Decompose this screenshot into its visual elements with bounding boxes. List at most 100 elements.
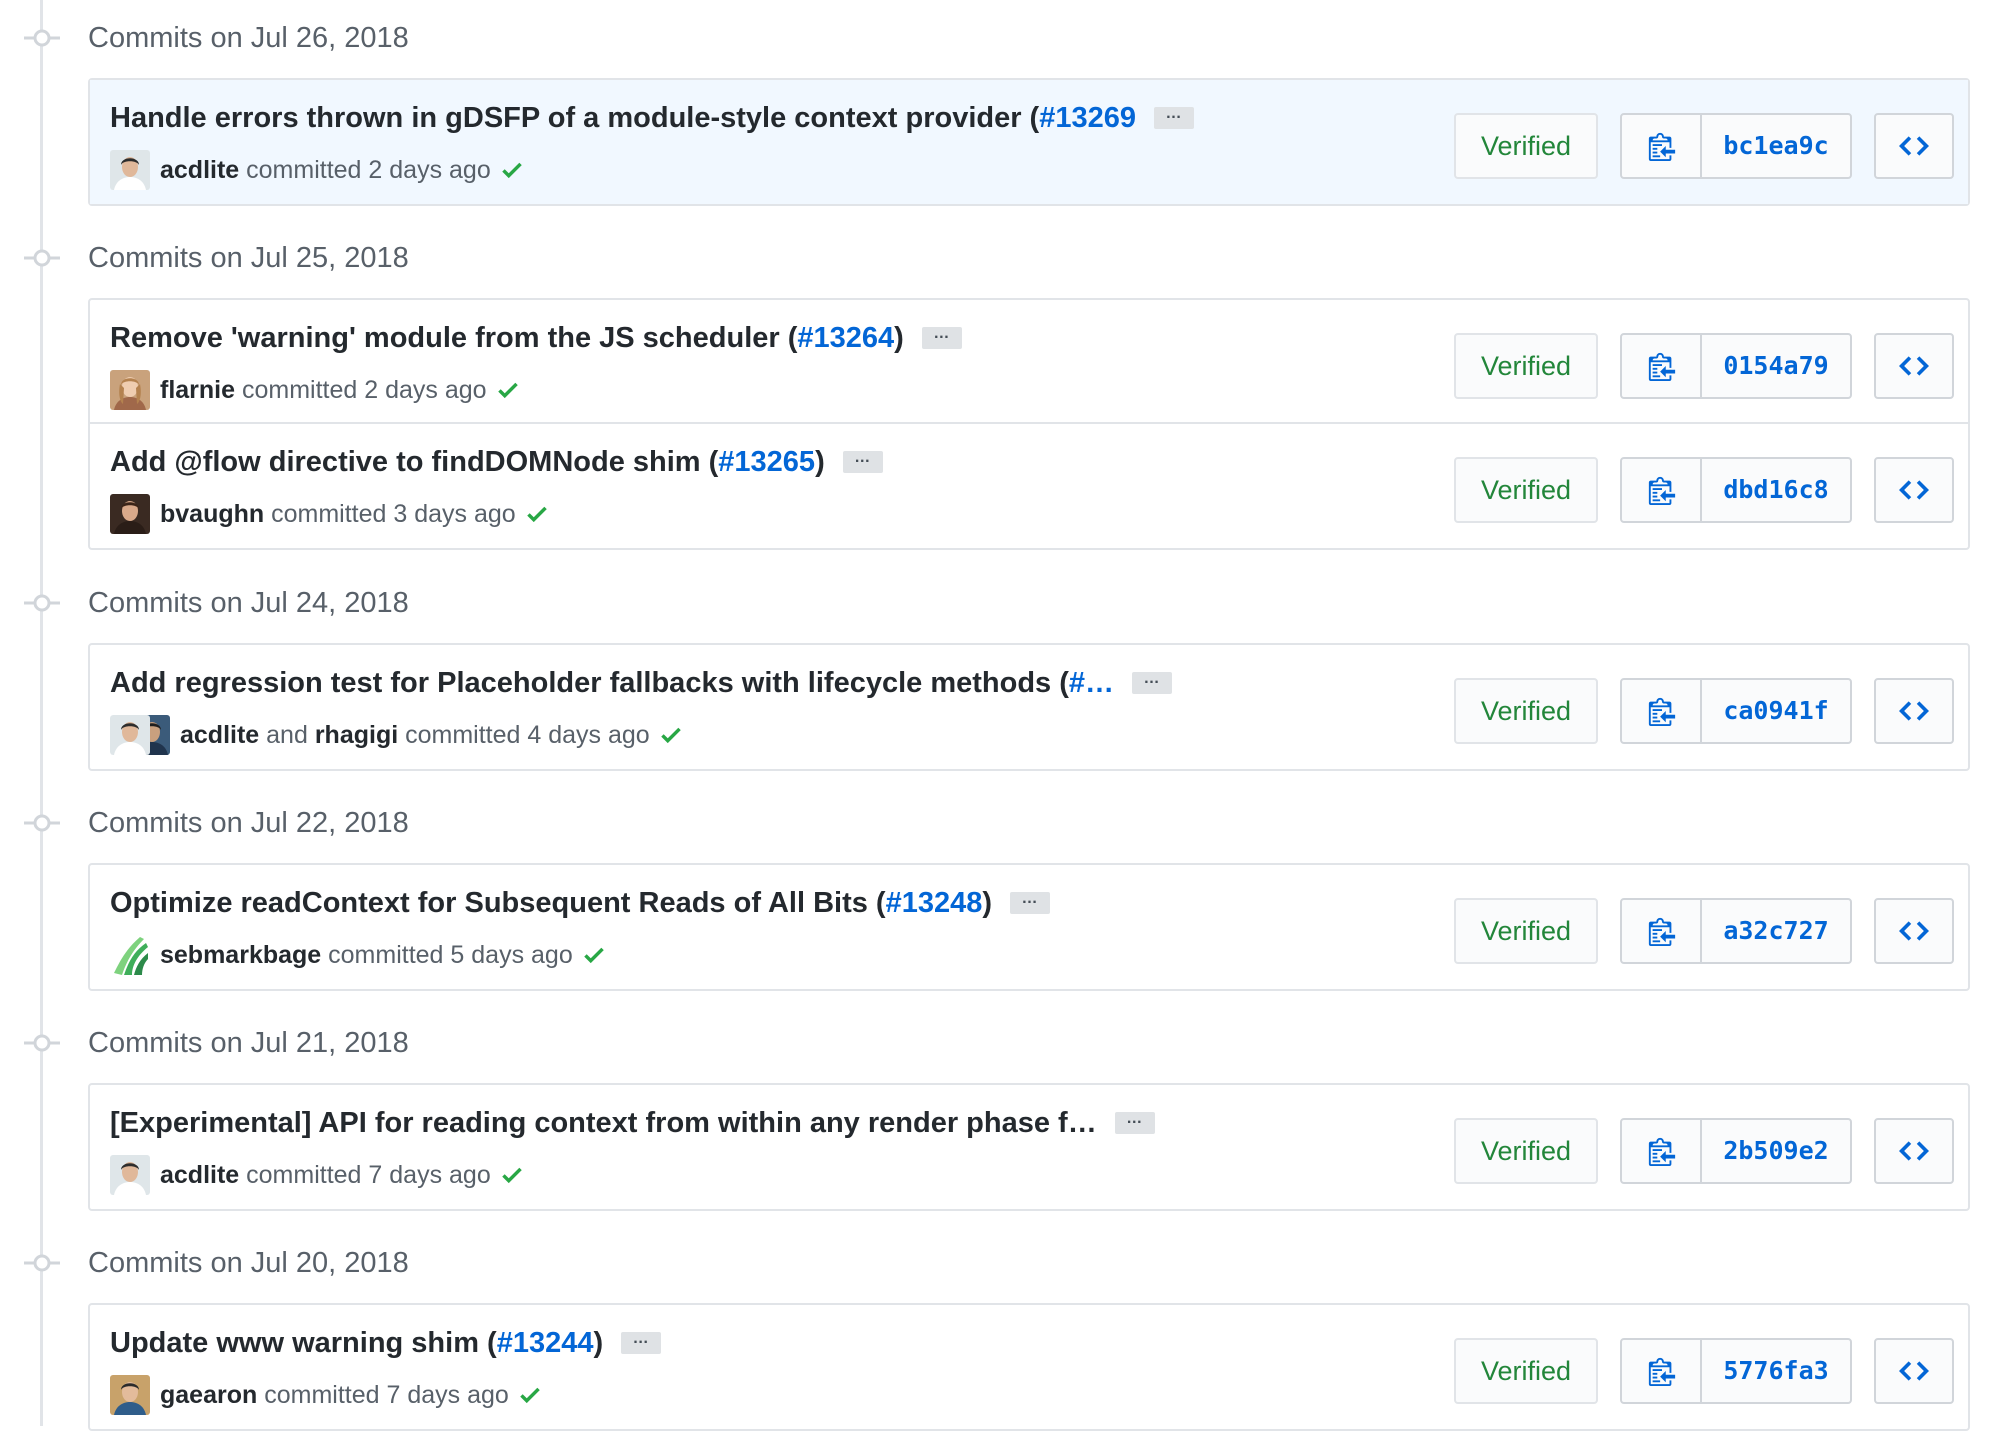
avatar[interactable] xyxy=(110,715,150,755)
commit-message-text[interactable]: Handle errors thrown in gDSFP of a modul… xyxy=(110,102,1039,134)
author-link[interactable]: acdlite xyxy=(160,156,239,184)
commit-message-text[interactable]: [Experimental] API for reading context f… xyxy=(110,1107,1097,1139)
author-link[interactable]: sebmarkbage xyxy=(160,941,321,969)
pull-request-link[interactable]: #13248 xyxy=(886,887,983,919)
copy-sha-button[interactable] xyxy=(1622,1120,1702,1182)
commit-group: Remove 'warning' module from the JS sche… xyxy=(88,298,1970,550)
avatar[interactable] xyxy=(110,370,150,410)
commit-sha-link[interactable]: a32c727 xyxy=(1702,900,1850,962)
commit-message[interactable]: Remove 'warning' module from the JS sche… xyxy=(110,322,904,354)
commit-message-text[interactable]: Optimize readContext for Subsequent Read… xyxy=(110,887,886,919)
commit-message[interactable]: Add regression test for Placeholder fall… xyxy=(110,667,1114,699)
verified-badge[interactable]: Verified xyxy=(1454,113,1598,179)
commit-title-line: Add @flow directive to findDOMNode shim … xyxy=(110,442,1310,482)
avatar[interactable] xyxy=(110,1155,150,1195)
expand-message-button[interactable]: … xyxy=(921,326,962,349)
check-icon[interactable] xyxy=(581,942,607,968)
commit-group-header: Commits on Jul 26, 2018 xyxy=(0,18,1000,58)
commit-sha-link[interactable]: ca0941f xyxy=(1702,680,1850,742)
commit-row: Update www warning shim (#13244) … gaearon… xyxy=(90,1305,1968,1429)
commit-meta: sebmarkbage committed 5 days ago xyxy=(110,935,607,977)
commit-row: Handle errors thrown in gDSFP of a modul… xyxy=(90,80,1968,204)
browse-repo-button[interactable] xyxy=(1874,333,1954,399)
author-link[interactable]: gaearon xyxy=(160,1381,257,1409)
avatar[interactable] xyxy=(110,1375,150,1415)
expand-message-button[interactable]: … xyxy=(842,450,883,473)
copy-sha-button[interactable] xyxy=(1622,900,1702,962)
browse-repo-button[interactable] xyxy=(1874,457,1954,523)
commit-sha-link[interactable]: 5776fa3 xyxy=(1702,1340,1850,1402)
commit-message-text[interactable]: Add regression test for Placeholder fall… xyxy=(110,667,1069,699)
check-icon[interactable] xyxy=(524,501,550,527)
verified-badge[interactable]: Verified xyxy=(1454,678,1598,744)
copy-sha-button[interactable] xyxy=(1622,459,1702,521)
browse-repo-button[interactable] xyxy=(1874,1338,1954,1404)
avatar[interactable] xyxy=(110,935,150,975)
sha-button-group: 5776fa3 xyxy=(1620,1338,1852,1404)
commit-group-header: Commits on Jul 22, 2018 xyxy=(0,803,1000,843)
clipboard-icon xyxy=(1648,697,1676,726)
author-link[interactable]: flarnie xyxy=(160,376,235,404)
check-icon[interactable] xyxy=(499,157,525,183)
avatar[interactable] xyxy=(110,494,150,534)
commit-message[interactable]: Update www warning shim (#13244) xyxy=(110,1327,603,1359)
browse-repo-button[interactable] xyxy=(1874,678,1954,744)
commit-meta-text: acdlite and rhagigi committed 4 days ago xyxy=(180,721,650,749)
commit-group-date: Commits on Jul 22, 2018 xyxy=(88,807,409,839)
commit-group: Optimize readContext for Subsequent Read… xyxy=(88,863,1970,991)
expand-message-button[interactable]: … xyxy=(1154,106,1194,129)
browse-repo-button[interactable] xyxy=(1874,1118,1954,1184)
commit-message-text[interactable]: Remove 'warning' module from the JS sche… xyxy=(110,322,797,354)
check-icon[interactable] xyxy=(517,1382,543,1408)
code-icon xyxy=(1899,921,1929,941)
copy-sha-button[interactable] xyxy=(1622,1340,1702,1402)
copy-sha-button[interactable] xyxy=(1622,115,1702,177)
commit-message[interactable]: Handle errors thrown in gDSFP of a modul… xyxy=(110,102,1136,134)
browse-repo-button[interactable] xyxy=(1874,898,1954,964)
check-icon[interactable] xyxy=(499,1162,525,1188)
clipboard-icon xyxy=(1648,1137,1676,1166)
commit-message-suffix: ) xyxy=(894,322,904,354)
commit-message-text[interactable]: Add @flow directive to findDOMNode shim … xyxy=(110,446,718,478)
pull-request-link[interactable]: #… xyxy=(1069,667,1114,699)
commit-sha-link[interactable]: 0154a79 xyxy=(1702,335,1850,397)
commit-message[interactable]: Optimize readContext for Subsequent Read… xyxy=(110,887,992,919)
expand-message-button[interactable]: … xyxy=(621,1331,662,1354)
code-icon xyxy=(1899,480,1929,500)
verified-badge[interactable]: Verified xyxy=(1454,1338,1598,1404)
verified-badge[interactable]: Verified xyxy=(1454,1118,1598,1184)
copy-sha-button[interactable] xyxy=(1622,680,1702,742)
check-icon[interactable] xyxy=(495,377,521,403)
browse-repo-button[interactable] xyxy=(1874,113,1954,179)
pull-request-link[interactable]: #13244 xyxy=(497,1327,594,1359)
commit-sha-link[interactable]: bc1ea9c xyxy=(1702,115,1850,177)
verified-badge[interactable]: Verified xyxy=(1454,333,1598,399)
pull-request-link[interactable]: #13269 xyxy=(1039,102,1136,134)
avatar-stack[interactable] xyxy=(110,715,170,755)
expand-message-button[interactable]: … xyxy=(1132,671,1173,694)
author-link[interactable]: acdlite xyxy=(160,1161,239,1189)
clipboard-icon xyxy=(1648,132,1676,161)
verified-badge[interactable]: Verified xyxy=(1454,457,1598,523)
commit-message-text[interactable]: Update www warning shim ( xyxy=(110,1327,497,1359)
expand-message-button[interactable]: … xyxy=(1114,1111,1155,1134)
copy-sha-button[interactable] xyxy=(1622,335,1702,397)
commit-group-header: Commits on Jul 24, 2018 xyxy=(0,583,1000,623)
author-link[interactable]: bvaughn xyxy=(160,500,264,528)
code-icon xyxy=(1899,356,1929,376)
commit-sha-link[interactable]: dbd16c8 xyxy=(1702,459,1850,521)
avatar[interactable] xyxy=(110,150,150,190)
check-icon[interactable] xyxy=(658,722,684,748)
expand-message-button[interactable]: … xyxy=(1010,891,1051,914)
commit-message[interactable]: [Experimental] API for reading context f… xyxy=(110,1107,1097,1139)
commit-message[interactable]: Add @flow directive to findDOMNode shim … xyxy=(110,446,825,478)
commit-group-date: Commits on Jul 20, 2018 xyxy=(88,1247,409,1279)
clipboard-icon xyxy=(1648,917,1676,946)
verified-badge[interactable]: Verified xyxy=(1454,898,1598,964)
commit-sha-link[interactable]: 2b509e2 xyxy=(1702,1120,1850,1182)
pull-request-link[interactable]: #13264 xyxy=(797,322,894,354)
pull-request-link[interactable]: #13265 xyxy=(718,446,815,478)
author-link[interactable]: acdlite xyxy=(180,721,259,749)
timeline-line xyxy=(40,0,43,1426)
author-link[interactable]: rhagigi xyxy=(315,721,398,749)
